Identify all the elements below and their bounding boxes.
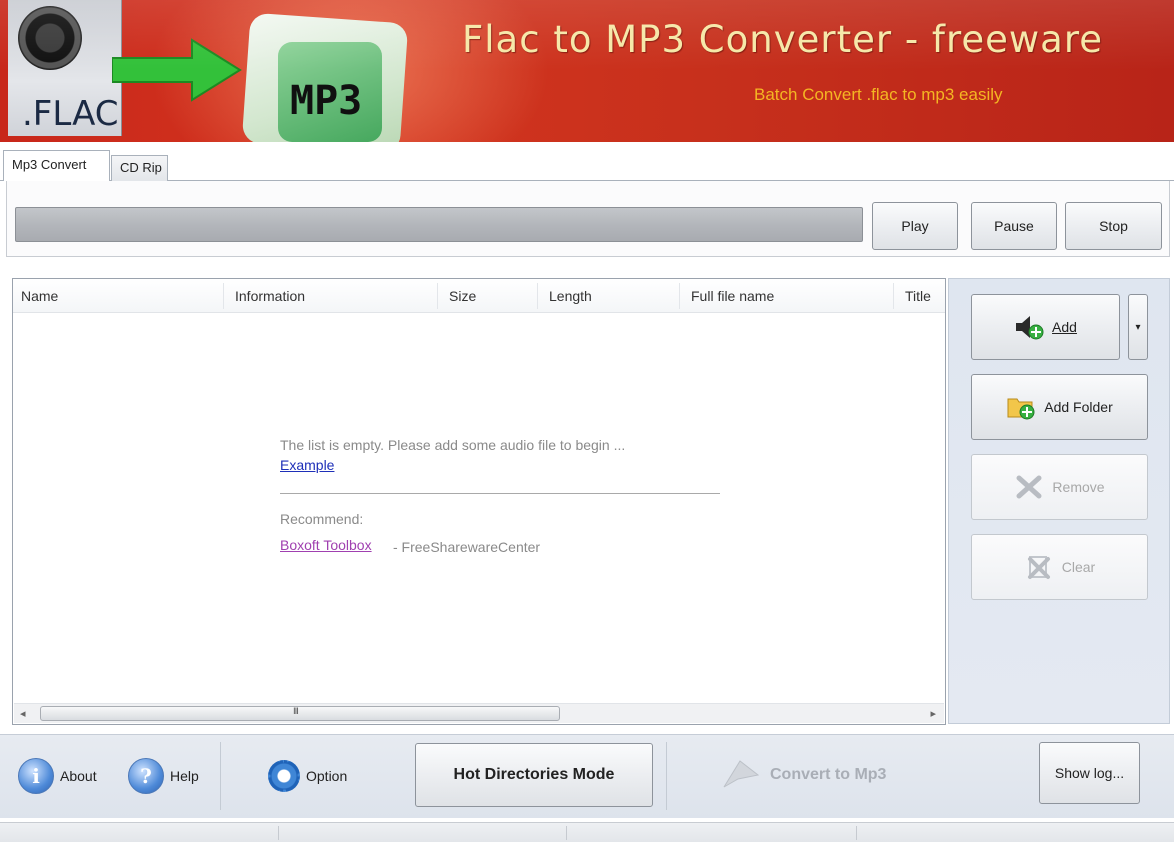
convert-to-mp3-button[interactable]: Convert to Mp3: [720, 755, 940, 795]
convert-arrow-icon: [723, 760, 760, 788]
recommend-label: Recommend:: [280, 511, 364, 527]
stop-button[interactable]: Stop: [1065, 202, 1162, 250]
help-icon: ?: [128, 758, 164, 794]
folder-add-icon: [1006, 393, 1036, 421]
clear-button-label: Clear: [1061, 559, 1096, 575]
scroll-left-icon[interactable]: ◂: [20, 707, 26, 720]
column-separator[interactable]: [223, 283, 224, 309]
mp3-label: MP3: [290, 78, 363, 124]
play-button[interactable]: Play: [872, 202, 958, 250]
column-separator[interactable]: [893, 283, 894, 309]
playback-progress-bar[interactable]: [15, 207, 863, 242]
chevron-down-icon: ▾: [1135, 321, 1141, 333]
clear-button[interactable]: Clear: [971, 534, 1148, 600]
clear-list-icon: [1024, 553, 1054, 581]
about-button-label: About: [60, 768, 97, 784]
remove-button[interactable]: Remove: [971, 454, 1148, 520]
app-subtitle: Batch Convert .flac to mp3 easily: [754, 85, 1003, 104]
column-separator[interactable]: [679, 283, 680, 309]
status-separator: [566, 826, 567, 840]
empty-list-message: The list is empty. Please add some audio…: [280, 437, 626, 453]
convert-button-label: Convert to Mp3: [770, 766, 887, 783]
add-folder-button[interactable]: Add Folder: [971, 374, 1148, 440]
column-header-information[interactable]: Information: [235, 288, 305, 304]
column-header-size[interactable]: Size: [449, 288, 476, 304]
scrollbar-grip: III: [293, 707, 299, 717]
column-header-name[interactable]: Name: [21, 288, 58, 304]
arrow-right-icon: [112, 38, 242, 102]
toolbar-separator: [220, 742, 221, 810]
add-folder-button-label: Add Folder: [1044, 399, 1113, 415]
app-title: Flac to MP3 Converter - freeware: [462, 18, 1103, 61]
column-header-title[interactable]: Title: [905, 288, 931, 304]
tab-mp3-convert[interactable]: Mp3 Convert: [3, 150, 110, 181]
scroll-right-icon[interactable]: ▸: [930, 707, 936, 720]
remove-button-label: Remove: [1052, 479, 1105, 495]
help-button[interactable]: ? Help: [128, 758, 199, 794]
list-header: Name Information Size Length Full file n…: [13, 279, 945, 313]
horizontal-scrollbar[interactable]: ◂ III ▸: [14, 703, 944, 723]
remove-x-icon: [1014, 473, 1044, 501]
pause-button[interactable]: Pause: [971, 202, 1057, 250]
add-dropdown-button[interactable]: ▾: [1128, 294, 1148, 360]
status-separator: [856, 826, 857, 840]
toolbar-separator: [666, 742, 667, 810]
flac-label: .FLAC: [22, 94, 119, 134]
status-separator: [278, 826, 279, 840]
show-log-button[interactable]: Show log...: [1039, 742, 1140, 804]
column-header-length[interactable]: Length: [549, 288, 592, 304]
help-button-label: Help: [170, 768, 199, 784]
divider: [280, 493, 720, 494]
hot-directories-mode-button[interactable]: Hot Directories Mode: [415, 743, 653, 807]
add-button-label: Add: [1052, 319, 1077, 335]
recommend-source: - FreeSharewareCenter: [393, 539, 541, 555]
app-banner: .FLAC MP3 Flac to MP3 Converter - freewa…: [0, 0, 1174, 142]
info-icon: i: [18, 758, 54, 794]
column-separator[interactable]: [537, 283, 538, 309]
speaker-icon: [18, 6, 82, 70]
gear-icon: [268, 760, 300, 792]
status-bar: [0, 822, 1174, 842]
tab-cd-rip[interactable]: CD Rip: [111, 155, 168, 181]
add-button[interactable]: Add: [971, 294, 1120, 360]
option-button-label: Option: [306, 768, 348, 784]
column-header-full-file-name[interactable]: Full file name: [691, 288, 774, 304]
about-button[interactable]: i About: [18, 758, 97, 794]
option-button[interactable]: Option: [268, 760, 347, 792]
example-link[interactable]: Example: [280, 457, 334, 473]
column-separator[interactable]: [437, 283, 438, 309]
boxoft-toolbox-link[interactable]: Boxoft Toolbox: [280, 537, 372, 553]
file-list[interactable]: Name Information Size Length Full file n…: [12, 278, 946, 725]
speaker-add-icon: [1014, 313, 1044, 341]
flac-logo: .FLAC: [8, 0, 122, 136]
scrollbar-thumb[interactable]: III: [40, 706, 560, 721]
